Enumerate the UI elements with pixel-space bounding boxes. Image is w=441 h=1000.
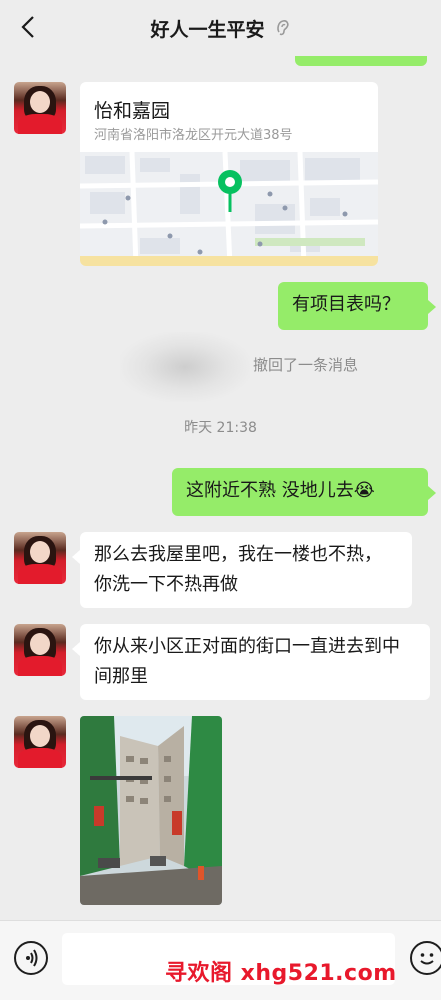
- contact-avatar[interactable]: [14, 82, 66, 134]
- back-button[interactable]: [14, 12, 42, 42]
- voice-button[interactable]: [14, 941, 48, 975]
- chat-header: 好人一生平安: [0, 0, 441, 56]
- voice-icon: [26, 949, 38, 967]
- contact-avatar[interactable]: [14, 716, 66, 768]
- incoming-message[interactable]: 你从来小区正对面的街口一直进去到中间那里: [72, 624, 430, 700]
- incoming-message[interactable]: 那么去我屋里吧，我在一楼也不热，你洗一下不热再做: [72, 532, 412, 608]
- location-message[interactable]: 怡和嘉园 河南省洛阳市洛龙区开元大道38号: [80, 82, 378, 266]
- contact-avatar[interactable]: [14, 624, 66, 676]
- crying-emoji-icon: 😭: [353, 480, 375, 501]
- redacted-area: [120, 332, 250, 402]
- message-text: 这附近不熟 没地儿去: [186, 480, 354, 501]
- contact-avatar[interactable]: [14, 532, 66, 584]
- ear-icon: [275, 18, 291, 38]
- location-address: 河南省洛阳市洛龙区开元大道38号: [94, 128, 293, 143]
- timestamp: 昨天 21:38: [184, 420, 257, 436]
- location-map-preview: [80, 152, 378, 266]
- previous-outgoing-bubble: [295, 56, 427, 66]
- location-name: 怡和嘉园: [94, 100, 171, 122]
- image-message[interactable]: [80, 716, 222, 905]
- outgoing-message[interactable]: 这附近不熟 没地儿去😭: [172, 468, 436, 516]
- recall-notice: 撤回了一条消息: [253, 356, 359, 374]
- watermark: 寻欢阁 xhg521.com: [165, 961, 397, 986]
- smiley-icon: [420, 953, 434, 965]
- chevron-left-icon: [21, 16, 34, 38]
- outgoing-message[interactable]: 有项目表吗？: [278, 282, 436, 330]
- emoji-button[interactable]: [410, 941, 441, 975]
- chat-title: 好人一生平安: [150, 18, 265, 41]
